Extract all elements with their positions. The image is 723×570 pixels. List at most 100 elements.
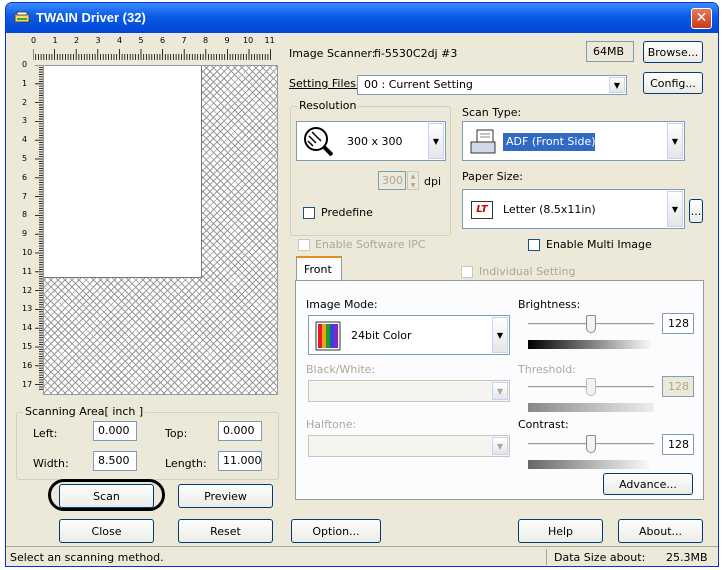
scanning-area-title: Scanning Area[ inch ]	[23, 405, 146, 418]
title-bar[interactable]: TWAIN Driver (32) ✕	[6, 3, 718, 33]
ruler-tick-label: 5	[22, 154, 28, 163]
resolution-value: 300 x 300	[347, 135, 403, 148]
ruler-tick-label: 3	[22, 116, 28, 126]
ruler-tick-label: 11	[264, 36, 275, 45]
ruler-tick-label: 10	[243, 36, 254, 45]
left-label: Left:	[33, 427, 58, 440]
ruler-tick-label: 0	[22, 60, 28, 69]
enable-software-ipc-label: Enable Software IPC	[315, 238, 426, 251]
scan-area-page[interactable]	[44, 66, 202, 278]
brightness-field[interactable]: 128	[662, 313, 694, 334]
reset-button[interactable]: Reset	[178, 519, 273, 543]
length-label: Length:	[165, 457, 207, 470]
contrast-gradient	[528, 460, 654, 469]
contrast-field[interactable]: 128	[662, 434, 694, 455]
contrast-label: Contrast:	[518, 418, 569, 431]
individual-setting-checkbox	[461, 266, 473, 278]
resolution-spinner: ▲ ▼	[407, 171, 419, 190]
top-field[interactable]: 0.000	[218, 421, 262, 441]
enable-multi-image-checkbox[interactable]	[528, 239, 540, 251]
left-field[interactable]: 0.000	[93, 421, 137, 441]
window-title: TWAIN Driver (32)	[36, 10, 146, 25]
setting-files-value: 00 : Current Setting	[364, 78, 473, 91]
config-button[interactable]: Config...	[643, 72, 703, 94]
threshold-field: 128	[662, 376, 694, 397]
ruler-tick-label: 4	[22, 135, 28, 145]
brightness-slider-thumb[interactable]	[586, 315, 596, 333]
ruler-tick-label: 1	[52, 36, 58, 45]
tab-front[interactable]: Front	[296, 256, 342, 281]
option-button[interactable]: Option...	[291, 519, 381, 543]
image-scanner-label: Image Scanner:	[289, 47, 376, 60]
ruler-tick-label: 16	[22, 360, 33, 370]
brightness-label: Brightness:	[518, 298, 581, 311]
ruler-tick-label: 6	[160, 36, 166, 45]
letter-paper-icon: LT	[471, 201, 493, 219]
scan-button[interactable]: Scan	[59, 484, 154, 508]
browse-button[interactable]: Browse...	[643, 41, 703, 63]
chevron-down-icon: ▼	[492, 437, 508, 455]
paper-size-select[interactable]: LT Letter (8.5x11in) ▼	[462, 189, 685, 229]
tab-front-label: Front	[304, 263, 332, 276]
top-label: Top:	[165, 427, 188, 440]
ruler-tick-label: 6	[22, 172, 28, 182]
ruler-tick-label: 8	[22, 210, 28, 220]
preview-button[interactable]: Preview	[178, 484, 273, 508]
help-button[interactable]: Help	[518, 519, 603, 543]
data-size-value: 25.3MB	[666, 551, 708, 564]
twain-driver-dialog: TWAIN Driver (32) ✕ 0 1 2 3 4 5 6 7 8 9 10 11 0 1 2 3 4…	[5, 2, 719, 567]
close-button[interactable]: Close	[59, 519, 154, 543]
preview-area[interactable]	[43, 65, 278, 395]
close-window-button[interactable]: ✕	[691, 8, 712, 29]
image-scanner-name: fi-5530C2dj #3	[374, 47, 458, 60]
contrast-slider-thumb[interactable]	[586, 435, 596, 453]
setting-files-label: Setting Files:	[289, 77, 360, 90]
length-field[interactable]: 11.000	[218, 451, 262, 471]
setting-files-select[interactable]: 00 : Current Setting ▼	[357, 75, 627, 95]
paper-size-more-button[interactable]: ...	[689, 199, 703, 223]
predefine-label: Predefine	[321, 206, 373, 219]
ruler-tick-label: 11	[22, 266, 33, 276]
halftone-select: ▼	[308, 435, 510, 457]
ruler-tick-label: 0	[31, 36, 37, 45]
ruler-tick-label: 7	[22, 191, 28, 201]
chevron-down-icon[interactable]: ▼	[667, 191, 683, 227]
paper-size-value: Letter (8.5x11in)	[503, 203, 596, 216]
about-button[interactable]: About...	[618, 519, 703, 543]
resolution-unit: dpi	[424, 175, 442, 188]
advance-button[interactable]: Advance...	[603, 473, 693, 495]
width-field[interactable]: 8.500	[93, 451, 137, 471]
predefine-checkbox[interactable]	[303, 207, 315, 219]
scan-type-value: ADF (Front Side)	[506, 135, 596, 148]
custom-resolution-field: 300	[378, 171, 406, 190]
ruler-tick-label: 2	[22, 97, 28, 107]
chevron-down-icon[interactable]: ▼	[492, 317, 508, 353]
ruler-tick-label: 7	[181, 36, 187, 45]
resolution-select[interactable]: 300 x 300 ▼	[296, 121, 446, 161]
ruler-tick-label: 1	[22, 78, 28, 88]
ruler-tick-label: 14	[22, 323, 33, 333]
ruler-tick-label: 13	[22, 304, 33, 314]
brightness-gradient	[528, 340, 654, 349]
threshold-slider-thumb	[586, 378, 596, 396]
ruler-tick-label: 3	[95, 36, 101, 45]
ruler-tick-label: 4	[117, 36, 123, 45]
chevron-down-icon[interactable]: ▼	[428, 123, 444, 159]
color-mode-icon	[315, 321, 341, 351]
black-white-select: ▼	[308, 380, 510, 402]
chevron-down-icon[interactable]: ▼	[667, 123, 683, 159]
scan-type-select[interactable]: ADF (Front Side) ▼	[462, 121, 685, 161]
adf-scanner-icon	[470, 129, 496, 154]
threshold-gradient	[528, 403, 654, 412]
status-divider	[546, 549, 547, 565]
resolution-label: Resolution	[297, 99, 359, 112]
horizontal-ruler: 0 1 2 3 4 5 6 7 8 9 10 11	[31, 36, 278, 61]
ruler-tick-label: 2	[74, 36, 80, 45]
image-mode-select[interactable]: 24bit Color ▼	[308, 315, 510, 355]
status-message: Select an scanning method.	[10, 551, 164, 564]
resolution-icon	[304, 127, 333, 156]
ruler-tick-label: 9	[22, 229, 28, 239]
ruler-tick-label: 8	[203, 36, 209, 45]
ruler-tick-label: 9	[224, 36, 230, 45]
chevron-down-icon[interactable]: ▼	[609, 77, 625, 93]
